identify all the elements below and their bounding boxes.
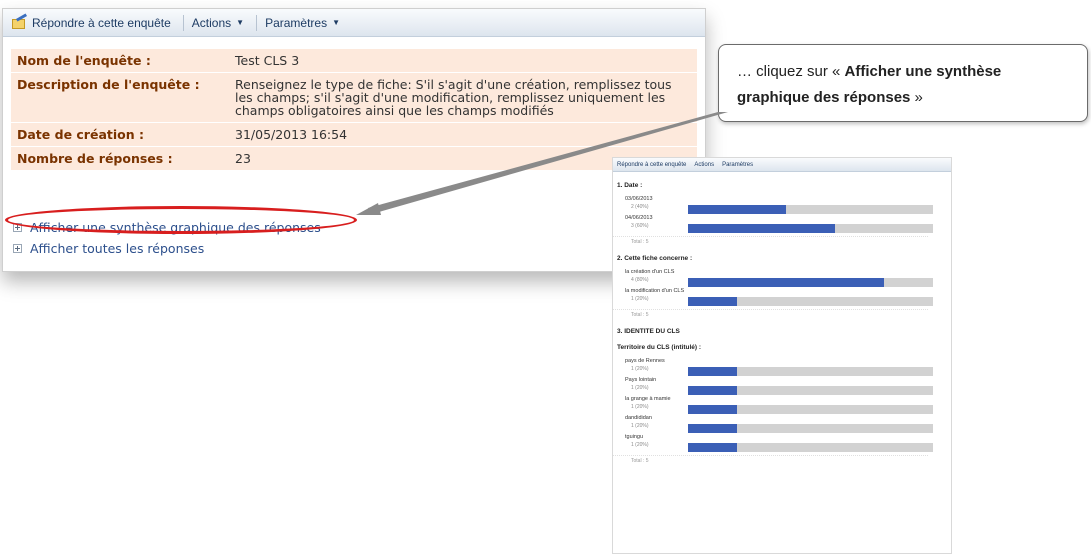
answer-bar-track bbox=[688, 405, 933, 414]
question-total: Total : 5 bbox=[613, 309, 928, 318]
answer-item: la grange à mamie 1 (20%) bbox=[613, 396, 951, 414]
answer-bar-fill bbox=[688, 224, 835, 233]
answer-bar-fill bbox=[688, 386, 737, 395]
answer-item: pays de Rennes 1 (20%) bbox=[613, 358, 951, 376]
answer-label: tguingu bbox=[625, 434, 644, 440]
answer-bar-fill bbox=[688, 205, 786, 214]
question-section: 3. IDENTITE DU CLS Territoire du CLS (int… bbox=[613, 324, 951, 464]
answer-label: dandididan bbox=[625, 415, 652, 421]
answer-item: tguingu 1 (20%) bbox=[613, 434, 951, 452]
arrow-head bbox=[356, 203, 381, 215]
answer-bar-track bbox=[688, 224, 933, 233]
answer-label: Pays lointain bbox=[625, 377, 657, 383]
answer-bar-track bbox=[688, 278, 933, 287]
answer-bar-fill bbox=[688, 424, 737, 433]
answer-bar-track bbox=[688, 386, 933, 395]
preview-toolbar: Répondre à cette enquête Actions Paramèt… bbox=[613, 158, 951, 172]
answer-bar-track bbox=[688, 205, 933, 214]
answer-bar-fill bbox=[688, 278, 884, 287]
graphic-summary-preview: Répondre à cette enquête Actions Paramèt… bbox=[612, 157, 952, 554]
answer-bar-track bbox=[688, 367, 933, 376]
question-total: Total : 5 bbox=[613, 236, 928, 245]
answer-bar-track bbox=[688, 424, 933, 433]
answer-item: dandididan 1 (20%) bbox=[613, 415, 951, 433]
answer-label: 03/06/2013 bbox=[625, 196, 653, 202]
answer-bar-fill bbox=[688, 297, 737, 306]
answer-item: la modification d'un CLS 1 (20%) bbox=[613, 288, 951, 306]
answer-bar-fill bbox=[688, 405, 737, 414]
answer-label: pays de Rennes bbox=[625, 358, 665, 364]
answer-label: 04/06/2013 bbox=[625, 215, 653, 221]
question-section: 2. Cette fiche concerne : la création d'u… bbox=[613, 251, 951, 318]
answer-item: 04/06/2013 3 (60%) bbox=[613, 215, 951, 233]
question-title: 1. Date : bbox=[617, 182, 643, 189]
preview-respond-label: Répondre à cette enquête bbox=[617, 161, 687, 168]
question-section: 1. Date : 03/06/2013 2 (40%) 04/06/2013 3 (6… bbox=[613, 178, 951, 245]
answer-item: Pays lointain 1 (20%) bbox=[613, 377, 951, 395]
question-subtitle: Territoire du CLS (intitulé) : bbox=[617, 344, 702, 351]
answer-bar-fill bbox=[688, 367, 737, 376]
answer-item: la création d'un CLS 4 (80%) bbox=[613, 269, 951, 287]
question-total: Total : 5 bbox=[613, 455, 928, 464]
answer-label: la modification d'un CLS bbox=[625, 288, 685, 294]
question-title: 3. IDENTITE DU CLS bbox=[617, 328, 680, 335]
question-title: 2. Cette fiche concerne : bbox=[617, 255, 693, 262]
answer-item: 03/06/2013 2 (40%) bbox=[613, 196, 951, 214]
answer-bar-fill bbox=[688, 443, 737, 452]
preview-body: 1. Date : 03/06/2013 2 (40%) 04/06/2013 3 (6… bbox=[613, 178, 951, 464]
answer-bar-track bbox=[688, 443, 933, 452]
answer-label: la grange à mamie bbox=[625, 396, 671, 402]
preview-params-label: Paramètres bbox=[722, 161, 754, 168]
preview-actions-label: Actions bbox=[694, 161, 715, 168]
answer-label: la création d'un CLS bbox=[625, 269, 675, 275]
answer-bar-track bbox=[688, 297, 933, 306]
